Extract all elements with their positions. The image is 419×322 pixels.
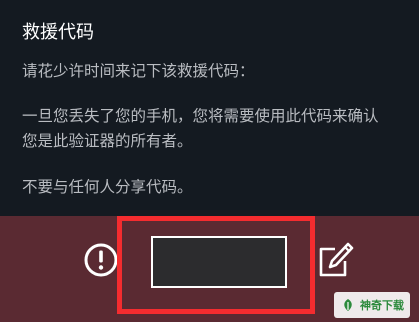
rescue-code-dialog: 救援代码 请花少许时间来记下该救援代码： 一旦您丢失了您的手机，您将需要使用此代…: [0, 0, 419, 322]
pencil-edit-icon[interactable]: [315, 240, 355, 280]
instruction-text: 请花少许时间来记下该救援代码：: [22, 62, 255, 80]
warning-line-2: 您是此验证器的所有者。: [22, 132, 193, 150]
dialog-title: 救援代码: [22, 22, 94, 43]
warning-line-1: 一旦您丢失了您的手机，您将需要使用此代码来确认: [22, 107, 379, 125]
rescue-code-box: [151, 236, 287, 288]
exclamation-circle-icon[interactable]: [84, 243, 118, 277]
share-note-text: 不要与任何人分享代码。: [22, 178, 193, 196]
leaf-logo-icon: [344, 299, 352, 311]
watermark-text: 神奇下载: [360, 299, 404, 312]
watermark: 神奇下载: [334, 292, 410, 318]
warning-text: 一旦您丢失了您的手机，您将需要使用此代码来确认 您是此验证器的所有者。: [22, 104, 379, 154]
